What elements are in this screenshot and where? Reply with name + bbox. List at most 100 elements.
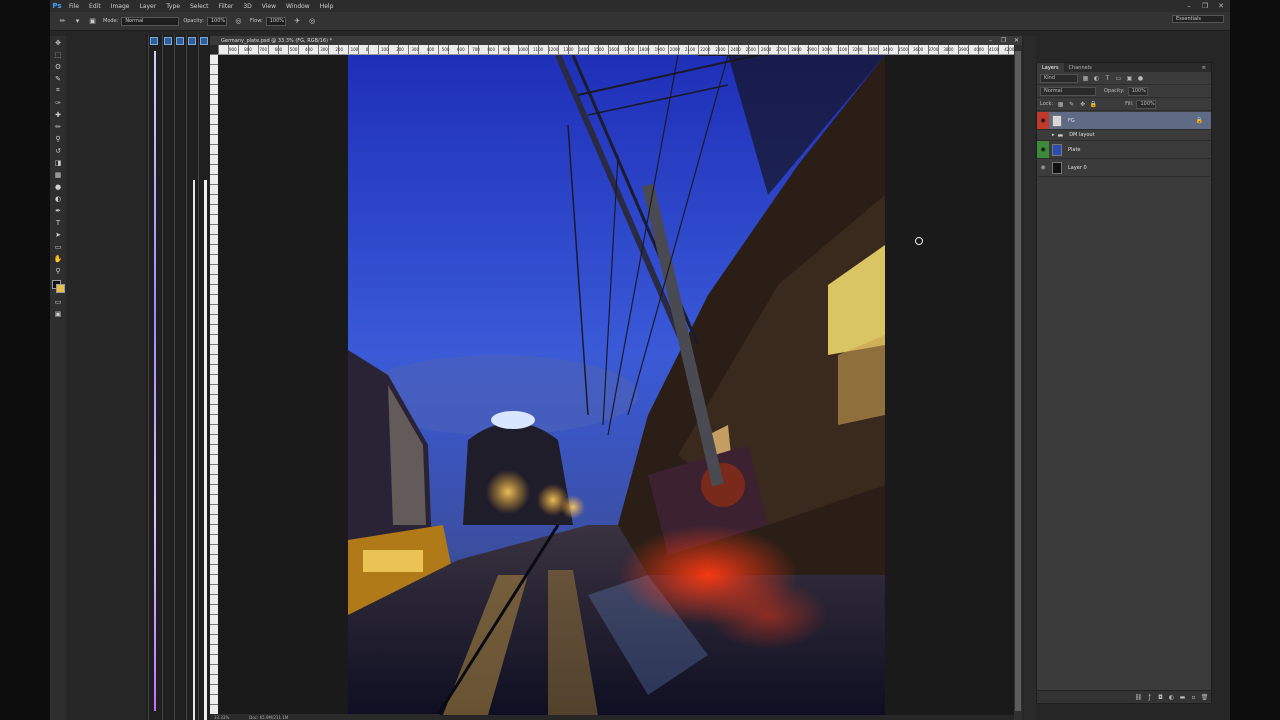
document-tab[interactable]: Germany_plate.psd @ 33.3% (FG, RGB/16) * bbox=[210, 36, 1022, 45]
canvas-area[interactable] bbox=[218, 55, 1014, 715]
screen-mode-icon[interactable]: ▣ bbox=[52, 308, 64, 319]
marquee-tool-icon[interactable]: ⬚ bbox=[52, 49, 64, 60]
visibility-empty-icon[interactable] bbox=[1037, 130, 1049, 140]
doc-minimize-icon[interactable]: – bbox=[985, 36, 996, 45]
layer-row-layer0[interactable]: ◉ Layer 0 bbox=[1037, 159, 1211, 177]
add-mask-icon[interactable]: ◘ bbox=[1156, 693, 1165, 702]
document-strip[interactable] bbox=[162, 35, 172, 720]
layer-row-plate[interactable]: ◉ Plate bbox=[1037, 141, 1211, 159]
doc-tab-icon[interactable] bbox=[188, 37, 196, 45]
doc-tab-icon[interactable] bbox=[200, 37, 208, 45]
scrollbar-thumb[interactable] bbox=[1015, 51, 1021, 711]
doc-restore-icon[interactable]: ❐ bbox=[998, 36, 1009, 45]
filter-kind-select[interactable]: Kind bbox=[1040, 73, 1078, 83]
type-tool-icon[interactable]: T bbox=[52, 217, 64, 228]
pressure-size-icon[interactable]: ◎ bbox=[308, 17, 317, 26]
blur-tool-icon[interactable]: ● bbox=[52, 181, 64, 192]
mode-select[interactable]: Normal bbox=[121, 16, 180, 26]
doc-size[interactable]: Doc: 65.9M/211.1M bbox=[249, 715, 288, 720]
menu-view[interactable]: View bbox=[257, 3, 281, 10]
crop-tool-icon[interactable]: ⌗ bbox=[52, 85, 64, 96]
lock-all-icon[interactable]: 🔒 bbox=[1090, 101, 1097, 108]
path-select-tool-icon[interactable]: ➤ bbox=[52, 229, 64, 240]
eyedropper-tool-icon[interactable]: ✑ bbox=[52, 97, 64, 108]
opacity-field[interactable]: 100% bbox=[206, 16, 227, 26]
brush-panel-icon[interactable]: ▣ bbox=[88, 17, 97, 26]
minimize-icon[interactable]: – bbox=[1182, 0, 1196, 12]
layer-style-icon[interactable]: ƒ bbox=[1145, 693, 1154, 702]
group-expand-icon[interactable]: ▸ bbox=[1052, 132, 1055, 138]
clone-stamp-tool-icon[interactable]: ⚲ bbox=[52, 133, 64, 144]
menu-help[interactable]: Help bbox=[315, 3, 339, 10]
document-strip[interactable] bbox=[198, 35, 208, 720]
workspace-select[interactable]: Essentials bbox=[1172, 15, 1224, 23]
brush-tool-icon[interactable]: ✏ bbox=[52, 121, 64, 132]
zoom-level[interactable]: 33.33% bbox=[214, 715, 229, 720]
canvas-photo[interactable] bbox=[348, 55, 885, 715]
color-swatches[interactable] bbox=[52, 280, 65, 293]
menu-select[interactable]: Select bbox=[185, 3, 214, 10]
vertical-ruler[interactable] bbox=[210, 54, 218, 714]
doc-tab-icon[interactable] bbox=[150, 37, 158, 45]
lasso-tool-icon[interactable]: ʘ bbox=[52, 61, 64, 72]
zoom-tool-icon[interactable]: ⚲ bbox=[52, 265, 64, 276]
menu-file[interactable]: File bbox=[64, 3, 84, 10]
pressure-opacity-icon[interactable]: ◎ bbox=[234, 17, 243, 26]
layer-name[interactable]: Layer 0 bbox=[1068, 165, 1087, 171]
document-strip[interactable] bbox=[174, 35, 184, 720]
tab-layers[interactable]: Layers bbox=[1037, 63, 1064, 72]
menu-filter[interactable]: Filter bbox=[214, 3, 239, 10]
layer-fill-field[interactable]: 100% bbox=[1136, 99, 1157, 109]
blend-mode-select[interactable]: Normal bbox=[1040, 86, 1096, 96]
shape-filter-icon[interactable]: ▭ bbox=[1115, 75, 1122, 82]
tab-channels[interactable]: Channels bbox=[1064, 63, 1097, 72]
link-layers-icon[interactable]: ⛓ bbox=[1134, 693, 1143, 702]
new-layer-icon[interactable]: ▫ bbox=[1189, 693, 1198, 702]
gradient-tool-icon[interactable]: ▦ bbox=[52, 169, 64, 180]
layer-row-dm-layout[interactable]: ▸ ▬ DM layout bbox=[1037, 130, 1211, 141]
menu-type[interactable]: Type bbox=[161, 3, 185, 10]
history-brush-tool-icon[interactable]: ↺ bbox=[52, 145, 64, 156]
delete-layer-icon[interactable]: 🗑 bbox=[1200, 693, 1209, 702]
new-group-icon[interactable]: ▬ bbox=[1178, 693, 1187, 702]
hand-tool-icon[interactable]: ✋ bbox=[52, 253, 64, 264]
document-strip[interactable] bbox=[148, 35, 158, 720]
layer-row-fg[interactable]: ◉ FG 🔒 bbox=[1037, 112, 1211, 130]
doc-tab-icon[interactable] bbox=[164, 37, 172, 45]
quick-mask-icon[interactable]: ▭ bbox=[52, 296, 64, 307]
visibility-eye-icon[interactable]: ◉ bbox=[1037, 159, 1049, 176]
eraser-tool-icon[interactable]: ◨ bbox=[52, 157, 64, 168]
layer-name[interactable]: Plate bbox=[1068, 147, 1081, 153]
doc-close-icon[interactable]: ✕ bbox=[1011, 36, 1022, 45]
brush-size-icon[interactable]: ▾ bbox=[73, 17, 82, 26]
move-tool-icon[interactable]: ✥ bbox=[52, 37, 64, 48]
healing-tool-icon[interactable]: ✚ bbox=[52, 109, 64, 120]
flow-field[interactable]: 100% bbox=[265, 16, 286, 26]
pen-tool-icon[interactable]: ✒ bbox=[52, 205, 64, 216]
filter-toggle-icon[interactable]: ● bbox=[1137, 75, 1144, 82]
vertical-scrollbar[interactable] bbox=[1014, 45, 1022, 720]
restore-icon[interactable]: ❐ bbox=[1198, 0, 1212, 12]
menu-edit[interactable]: Edit bbox=[84, 3, 106, 10]
pixel-filter-icon[interactable]: ▦ bbox=[1082, 75, 1089, 82]
document-strip[interactable] bbox=[186, 35, 196, 720]
lock-position-icon[interactable]: ✥ bbox=[1079, 101, 1086, 108]
panel-menu-icon[interactable]: ≡ bbox=[1197, 63, 1211, 72]
dodge-tool-icon[interactable]: ◐ bbox=[52, 193, 64, 204]
quick-select-tool-icon[interactable]: ✎ bbox=[52, 73, 64, 84]
brush-preset-icon[interactable]: ✏ bbox=[58, 17, 67, 26]
visibility-eye-icon[interactable]: ◉ bbox=[1037, 141, 1049, 158]
horizontal-ruler[interactable]: 900 800 700 600 500 400 300 200 100 0 100 200 300 400… bbox=[218, 45, 1014, 55]
adjustment-layer-icon[interactable]: ◐ bbox=[1167, 693, 1176, 702]
menu-image[interactable]: Image bbox=[106, 3, 135, 10]
adjustment-filter-icon[interactable]: ◐ bbox=[1093, 75, 1100, 82]
menu-window[interactable]: Window bbox=[281, 3, 315, 10]
shape-tool-icon[interactable]: ▭ bbox=[52, 241, 64, 252]
doc-tab-icon[interactable] bbox=[176, 37, 184, 45]
layer-name[interactable]: DM layout bbox=[1069, 132, 1094, 138]
menu-layer[interactable]: Layer bbox=[134, 3, 161, 10]
close-icon[interactable]: ✕ bbox=[1214, 0, 1228, 12]
visibility-eye-icon[interactable]: ◉ bbox=[1037, 112, 1049, 129]
airbrush-icon[interactable]: ✈ bbox=[293, 17, 302, 26]
layer-opacity-field[interactable]: 100% bbox=[1127, 86, 1148, 96]
